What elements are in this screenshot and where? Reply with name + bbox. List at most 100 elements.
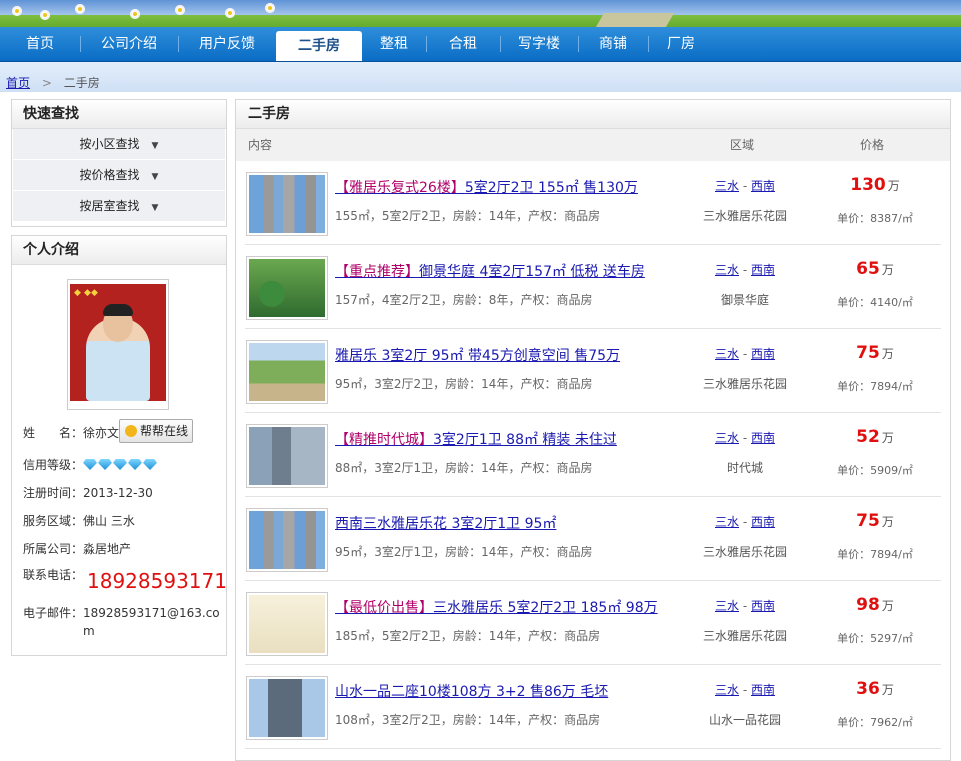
district-link[interactable]: 三水 <box>715 431 739 445</box>
listing-thumbnail[interactable] <box>246 424 328 488</box>
area-separator: - <box>739 599 751 613</box>
subdistrict-link[interactable]: 西南 <box>751 347 775 361</box>
phone-row: 联系电话： <box>23 566 83 583</box>
chevron-down-icon: ▼ <box>151 141 159 151</box>
listing-header: 内容 区域 价格 <box>236 129 950 161</box>
listing-thumbnail[interactable] <box>246 508 328 572</box>
listing-price: 75 万 <box>825 511 925 531</box>
price-unit: 万 <box>881 515 894 529</box>
area-separator: - <box>739 515 751 529</box>
district-link[interactable]: 三水 <box>715 599 739 613</box>
listing-row: 雅居乐 3室2厅 95㎡ 带45方创意空间 售75万 95㎡，3室2厅2卫，房龄：… <box>245 329 941 413</box>
listing-title-link[interactable]: 【重点推荐】御景华庭 4室2厅157㎡ 低税 送车房 <box>335 261 645 281</box>
nav-item[interactable]: 写字楼 <box>500 27 578 61</box>
unit-price-label: 单价： <box>837 716 871 729</box>
listing-thumbnail[interactable] <box>246 172 328 236</box>
listing-title-link[interactable]: 【精推时代城】3室2厅1卫 88㎡ 精装 未住过 <box>335 429 617 449</box>
listing-title-link[interactable]: 山水一品二座10楼108方 3+2 售86万 毛坯 <box>335 681 608 701</box>
credit-row: 信用等级： <box>23 456 158 473</box>
unit-price: 单价：7894/㎡ <box>825 378 925 394</box>
company-name: 淼居地产 <box>83 542 132 556</box>
company-row: 所属公司：淼居地产 <box>23 540 131 557</box>
nav-item[interactable]: 商铺 <box>578 27 648 61</box>
agent-name: 徐亦文 <box>83 426 120 440</box>
price-value: 130 <box>850 175 886 195</box>
online-chat-button[interactable]: 帮帮在线 <box>119 419 193 443</box>
listing-title-text: 三水雅居乐 5室2厅2卫 185㎡ 98万 <box>433 600 658 616</box>
unit-price-label: 单价： <box>837 380 871 393</box>
listing-row: 西南三水雅居乐花 3室2厅1卫 95㎡ 95㎡，3室2厅1卫，房龄：14年，产权：… <box>245 497 941 581</box>
quick-search-label: 按居室查找 <box>79 199 140 213</box>
listing-title-link[interactable]: 雅居乐 3室2厅 95㎡ 带45方创意空间 售75万 <box>335 345 620 365</box>
listing-thumbnail[interactable] <box>246 676 328 740</box>
flower-icon <box>12 6 22 16</box>
listing-title-text: 御景华庭 4室2厅157㎡ 低税 送车房 <box>419 264 645 280</box>
name-row: 姓 名：徐亦文 <box>23 424 119 441</box>
subdistrict-link[interactable]: 西南 <box>751 263 775 277</box>
col-price: 价格 <box>860 138 885 152</box>
credit-diamonds <box>83 458 158 472</box>
listing-row: 【精推时代城】3室2厅1卫 88㎡ 精装 未住过 88㎡，3室2厅1卫，房龄：14… <box>245 413 941 497</box>
listing-meta: 157㎡，4室2厅2卫，房龄：8年，产权：商品房 <box>335 293 593 307</box>
quick-search-item[interactable]: 按小区查找 ▼ <box>13 129 225 159</box>
nav-item[interactable]: 厂房 <box>648 27 714 61</box>
quick-search-label: 按价格查找 <box>79 168 140 182</box>
nav-item[interactable]: 合租 <box>426 27 500 61</box>
listing-thumbnail[interactable] <box>246 592 328 656</box>
area-separator: - <box>739 431 751 445</box>
nav-item[interactable]: 用户反馈 <box>178 27 276 61</box>
flower-icon <box>225 8 235 18</box>
listing-row: 【重点推荐】御景华庭 4室2厅157㎡ 低税 送车房 157㎡，4室2厅2卫，房龄… <box>245 245 941 329</box>
estate-name: 三水雅居乐花园 <box>702 377 787 391</box>
unit-price-value: 7894/㎡ <box>870 548 913 561</box>
email-line2: m <box>83 624 95 638</box>
subdistrict-link[interactable]: 西南 <box>751 683 775 697</box>
listing-row: 【雅居乐复式26楼】5室2厅2卫 155㎡ 售130万 155㎡，5室2厅2卫，房… <box>245 161 941 245</box>
online-chat-label: 帮帮在线 <box>140 424 189 438</box>
unit-price-label: 单价： <box>837 464 871 477</box>
listing-title-link[interactable]: 【最低价出售】三水雅居乐 5室2厅2卫 185㎡ 98万 <box>335 597 658 617</box>
district-link[interactable]: 三水 <box>715 683 739 697</box>
listing-title-link[interactable]: 西南三水雅居乐花 3室2厅1卫 95㎡ <box>335 513 556 533</box>
listing-area: 三水 - 西南 <box>685 597 805 614</box>
diamond-icon <box>113 459 127 470</box>
price-value: 36 <box>856 679 880 699</box>
listing-title-text: 雅居乐 3室2厅 95㎡ 带45方创意空间 售75万 <box>335 348 621 364</box>
quick-search-item[interactable]: 按价格查找 ▼ <box>13 160 225 190</box>
price-unit: 万 <box>881 683 894 697</box>
service-label: 服务区域： <box>23 514 84 528</box>
listing-row: 山水一品二座10楼108方 3+2 售86万 毛坯 108㎡，3室2厅2卫，房龄：… <box>245 665 941 749</box>
unit-price: 单价：7962/㎡ <box>825 714 925 730</box>
flower-icon <box>75 4 85 14</box>
listing-title-link[interactable]: 【雅居乐复式26楼】5室2厅2卫 155㎡ 售130万 <box>335 177 638 197</box>
nav-item[interactable]: 二手房 <box>276 31 362 61</box>
price-value: 52 <box>856 427 880 447</box>
district-link[interactable]: 三水 <box>715 515 739 529</box>
nav-item[interactable]: 公司介绍 <box>80 27 178 61</box>
diamond-icon <box>83 459 97 470</box>
diamond-icon <box>98 459 112 470</box>
district-link[interactable]: 三水 <box>715 347 739 361</box>
price-value: 75 <box>856 343 880 363</box>
subdistrict-link[interactable]: 西南 <box>751 599 775 613</box>
nav-item[interactable]: 整租 <box>362 27 426 61</box>
listing-tag: 【精推时代城】 <box>335 432 433 448</box>
header-banner <box>0 0 961 27</box>
company-label: 所属公司： <box>23 542 84 556</box>
smile-icon <box>125 425 137 437</box>
district-link[interactable]: 三水 <box>715 179 739 193</box>
district-link[interactable]: 三水 <box>715 263 739 277</box>
subdistrict-link[interactable]: 西南 <box>751 179 775 193</box>
unit-price: 单价：5297/㎡ <box>825 630 925 646</box>
subdistrict-link[interactable]: 西南 <box>751 515 775 529</box>
listing-area: 三水 - 西南 <box>685 177 805 194</box>
listing-thumbnail[interactable] <box>246 256 328 320</box>
nav-item[interactable]: 首页 <box>0 27 80 61</box>
subdistrict-link[interactable]: 西南 <box>751 431 775 445</box>
banner-grass <box>0 15 961 27</box>
listing-title-text: 西南三水雅居乐花 3室2厅1卫 95㎡ <box>335 516 557 532</box>
breadcrumb-home-link[interactable]: 首页 <box>6 76 30 90</box>
listing-area: 三水 - 西南 <box>685 681 805 698</box>
quick-search-item[interactable]: 按居室查找 ▼ <box>13 191 225 221</box>
listing-thumbnail[interactable] <box>246 340 328 404</box>
